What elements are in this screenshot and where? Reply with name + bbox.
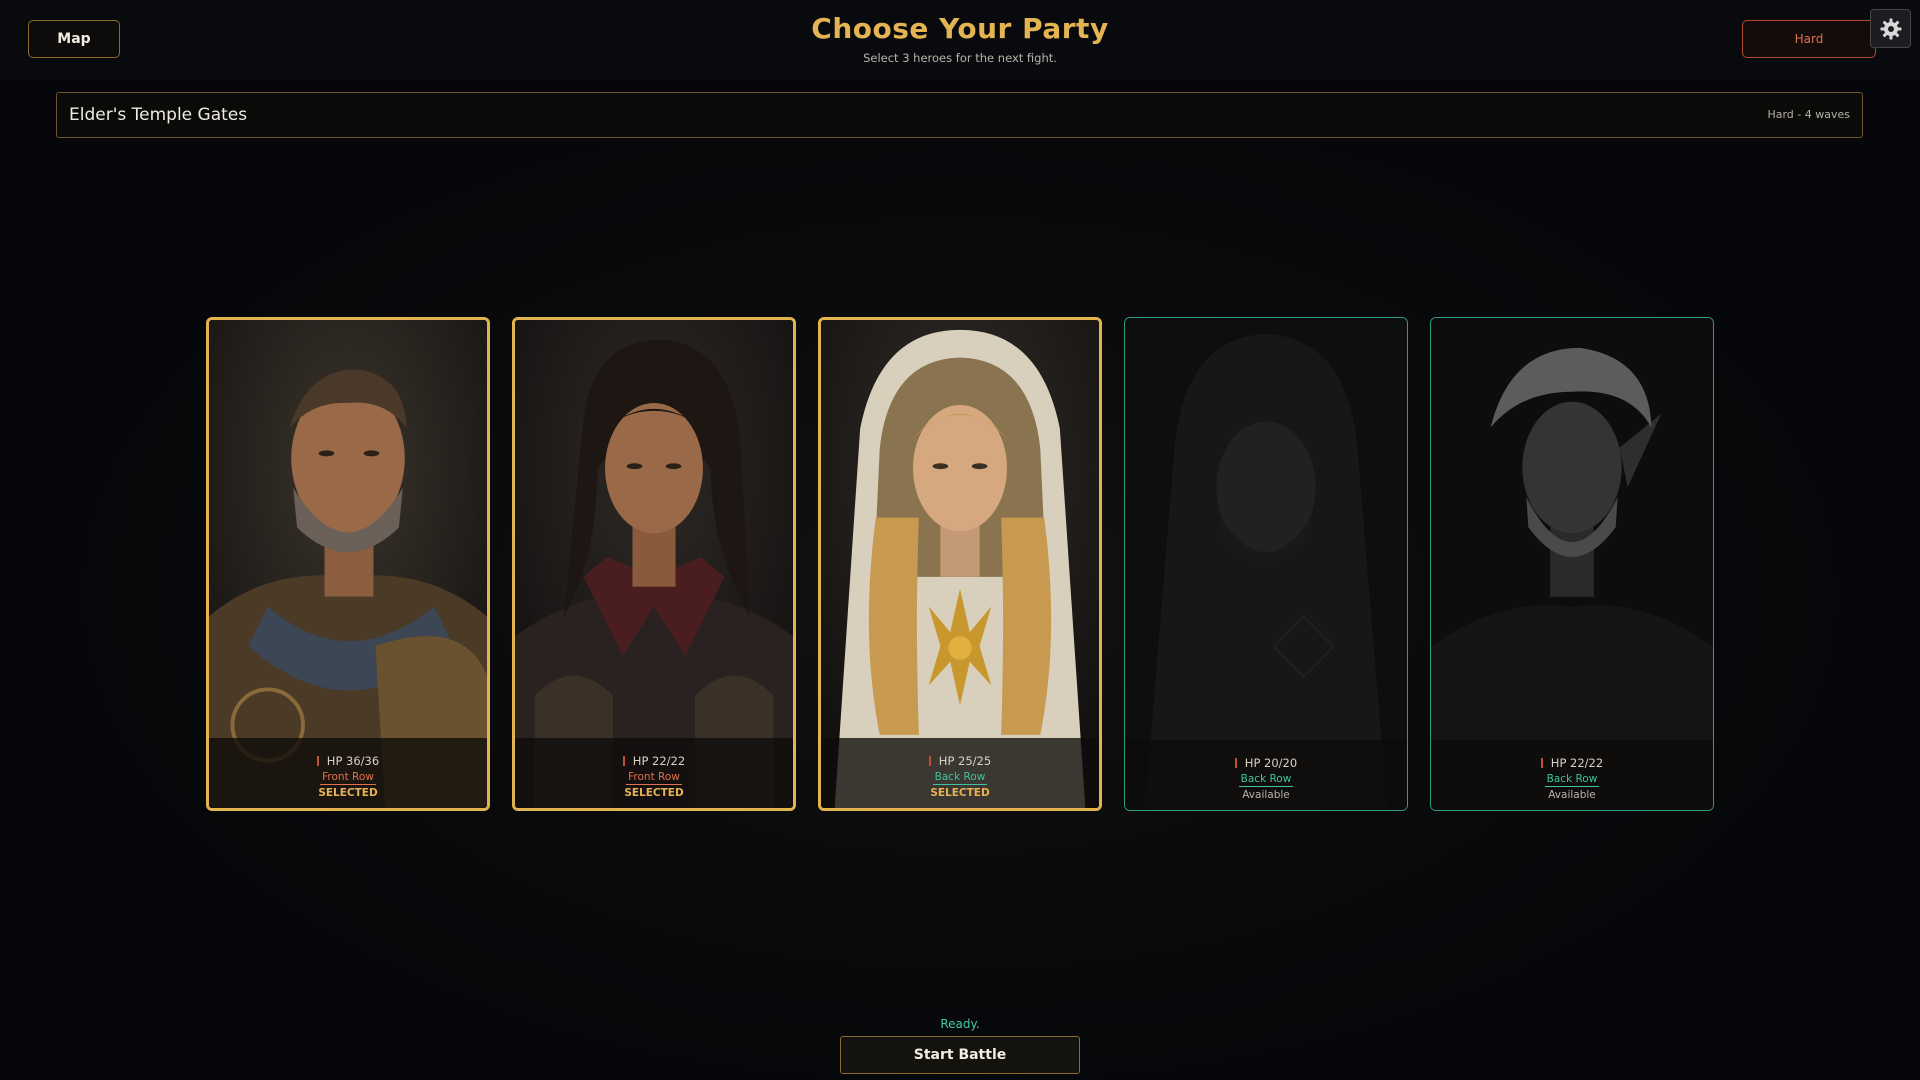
top-bar: Map Choose Your Party Select 3 heroes fo…: [0, 0, 1920, 80]
hero-card-list: HP 36/36 Front Row SELECTED HP 22/22 Fro…: [206, 317, 1714, 811]
hero-card-cleric[interactable]: HP 25/25 Back Row SELECTED: [818, 317, 1102, 811]
settings-button[interactable]: [1870, 9, 1911, 48]
hero-status: Available: [1548, 789, 1596, 801]
hero-row-label: Back Row: [932, 771, 988, 785]
hero-portrait-ranger: [1125, 318, 1407, 810]
hero-portrait-rogue: [515, 320, 793, 808]
level-banner: Elder's Temple Gates Hard - 4 waves: [56, 92, 1863, 138]
start-battle-button[interactable]: Start Battle: [840, 1036, 1080, 1074]
hero-row-label: Back Row: [1238, 773, 1294, 787]
hero-card-elf[interactable]: HP 22/22 Back Row Available: [1430, 317, 1714, 811]
hero-row-label: Front Row: [626, 771, 682, 785]
hero-info: HP 25/25 Back Row SELECTED: [821, 738, 1099, 808]
hero-status: Available: [1242, 789, 1290, 801]
party-status-text: Ready.: [940, 1017, 980, 1031]
hero-status: SELECTED: [318, 787, 378, 799]
hero-info: HP 20/20 Back Row Available: [1125, 740, 1407, 810]
hero-hp: HP 20/20: [1125, 756, 1407, 770]
hero-info: HP 22/22 Back Row Available: [1431, 740, 1713, 810]
level-meta: Hard - 4 waves: [1767, 108, 1850, 121]
hero-status: SELECTED: [624, 787, 684, 799]
hero-hp: HP 36/36: [209, 754, 487, 768]
page-title: Choose Your Party: [811, 12, 1109, 45]
hero-portrait-elf: [1431, 318, 1713, 810]
hero-info: HP 36/36 Front Row SELECTED: [209, 738, 487, 808]
hero-row-label: Back Row: [1544, 773, 1600, 787]
hero-hp: HP 22/22: [1431, 756, 1713, 770]
hero-card-rogue[interactable]: HP 22/22 Front Row SELECTED: [512, 317, 796, 811]
hero-info: HP 22/22 Front Row SELECTED: [515, 738, 793, 808]
hero-portrait-cleric: [821, 320, 1099, 808]
page-subtitle: Select 3 heroes for the next fight.: [863, 51, 1057, 65]
hero-hp: HP 25/25: [821, 754, 1099, 768]
hero-card-warrior[interactable]: HP 36/36 Front Row SELECTED: [206, 317, 490, 811]
level-name: Elder's Temple Gates: [69, 105, 248, 125]
hero-row-label: Front Row: [320, 771, 376, 785]
hero-portrait-warrior: [209, 320, 487, 808]
difficulty-button[interactable]: Hard: [1742, 20, 1876, 58]
gear-icon: [1880, 18, 1901, 39]
hero-card-ranger[interactable]: HP 20/20 Back Row Available: [1124, 317, 1408, 811]
hero-hp: HP 22/22: [515, 754, 793, 768]
hero-status: SELECTED: [930, 787, 990, 799]
